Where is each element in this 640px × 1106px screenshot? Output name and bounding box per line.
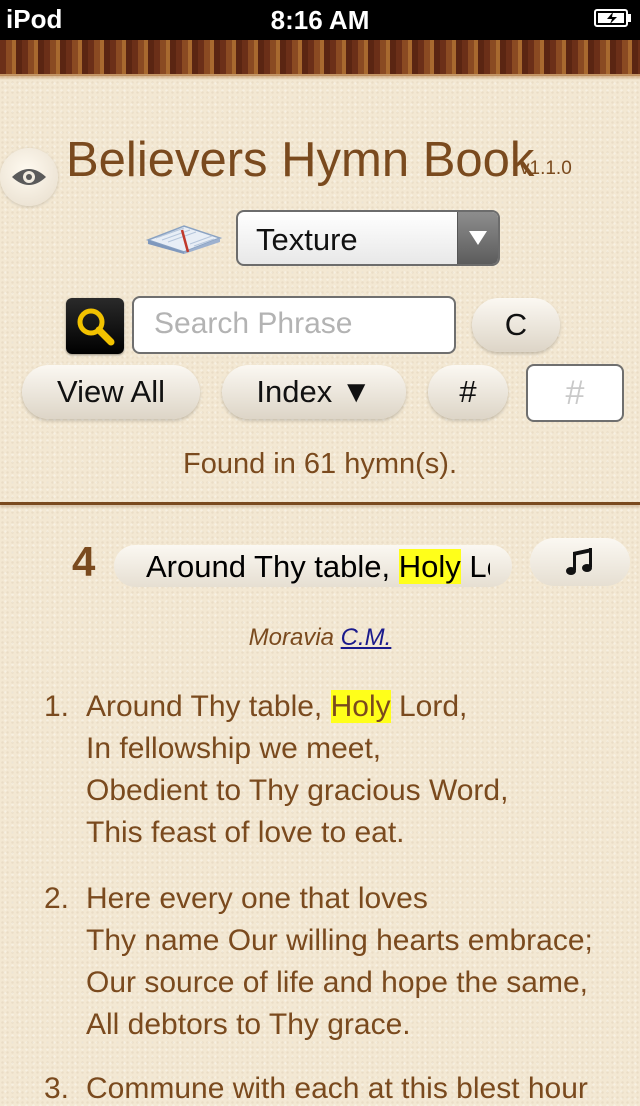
search-phrase-field[interactable] [132, 296, 456, 354]
tune-name: Moravia [248, 624, 334, 651]
theme-dropdown[interactable]: Texture [236, 210, 500, 266]
verse-line-before: Around Thy table, [86, 690, 331, 723]
book-icon [145, 225, 223, 254]
index-button[interactable]: Index ▼ [222, 365, 406, 419]
hymn-title: Around Thy table, Holy Lord, [146, 549, 490, 585]
clock: 8:16 AM [270, 5, 370, 35]
verse-line: Our source of life and hope the same, [86, 966, 588, 999]
verse-number: 1. [44, 690, 70, 723]
hymn-title-before: Around Thy table, [146, 549, 399, 584]
verse-line: Thy name Our willing hearts embrace; [86, 924, 593, 957]
verse-line: Obedient to Thy gracious Word, [86, 774, 509, 807]
battery-icon [594, 9, 631, 27]
hymn-number-field[interactable] [526, 364, 624, 422]
app-title: Believers Hymn Book [66, 133, 535, 187]
section-divider [0, 502, 640, 505]
hymn-title-button[interactable]: Around Thy table, Holy Lord, [114, 545, 512, 587]
verse-line: All debtors to Thy grace. [86, 1008, 411, 1041]
verse-number: 2. [44, 882, 70, 915]
hymn-title-after: Lord, [469, 549, 490, 584]
verse-line-highlight: Holy [330, 690, 391, 723]
verse-line: Here every one that loves [86, 882, 428, 915]
music-note-icon [566, 548, 592, 575]
verse-number: 3. [44, 1072, 70, 1105]
clear-button[interactable]: C [472, 298, 560, 352]
verse-line: Around Thy table, Holy Lord, [86, 690, 467, 724]
eye-toggle-button[interactable] [0, 148, 58, 206]
music-button[interactable] [530, 538, 630, 586]
verse-line: In fellowship we meet, [86, 732, 382, 765]
app-version: v1.1.0 [520, 158, 572, 179]
search-button[interactable] [66, 298, 124, 354]
verse-line-after: Lord, [390, 690, 468, 723]
dropdown-arrow[interactable] [457, 212, 498, 264]
status-bar: iPod 8:16 AM [0, 0, 640, 40]
meter-link[interactable]: C.M. [341, 624, 392, 651]
search-phrase-input[interactable] [152, 298, 446, 350]
hymn-number: 4 [72, 538, 96, 585]
hymn-number-input[interactable] [528, 366, 622, 420]
hymn-number-go-button[interactable]: # [428, 365, 508, 419]
hymn-title-highlight: Holy [398, 549, 461, 584]
magnifier-icon [77, 308, 115, 346]
triangle-down-icon [469, 231, 487, 245]
verse-line: Commune with each at this blest hour [86, 1072, 588, 1105]
results-count: Found in 61 hymn(s). [182, 448, 457, 480]
verse-line: This feast of love to eat. [86, 816, 405, 849]
theme-dropdown-value: Texture [256, 222, 358, 257]
eye-icon [12, 169, 46, 185]
ornamental-border [0, 40, 640, 80]
view-all-button[interactable]: View All [22, 365, 200, 419]
tune-info: Moravia C.M. [0, 624, 640, 652]
